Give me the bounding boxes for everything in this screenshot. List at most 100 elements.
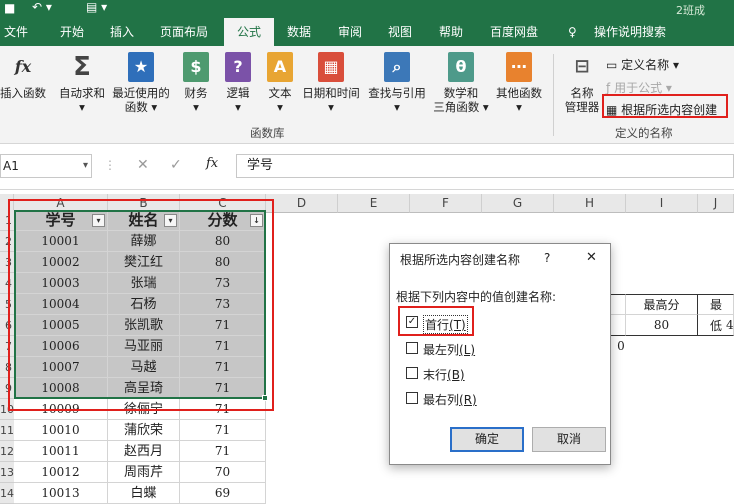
cell-j6[interactable]: 45 — [698, 315, 734, 336]
text-button[interactable]: A 文本 ▾ — [262, 52, 298, 114]
highlight-selected-range — [8, 199, 274, 411]
tab-baidu[interactable]: 百度网盘 — [490, 18, 538, 46]
insert-function-button[interactable]: fx 插入函数 — [0, 52, 46, 100]
cell-g7[interactable]: 0 — [611, 336, 631, 357]
cell-name[interactable]: 周雨芹 — [108, 462, 180, 483]
datetime-button[interactable]: ▦ 日期和时间 ▾ — [300, 52, 362, 114]
tell-me-search[interactable]: 操作说明搜索 — [594, 18, 666, 46]
column-header-g[interactable]: G — [482, 194, 554, 213]
formula-icon: ƒ — [606, 81, 611, 95]
option-left-column-label: 最左列(L) — [423, 343, 476, 357]
financial-button[interactable]: $ 财务 ▾ — [178, 52, 214, 114]
option-bottom-row-label: 末行(B) — [423, 368, 465, 382]
option-right-column[interactable]: 最右列(R) — [390, 388, 612, 408]
row-header[interactable]: 12 — [0, 441, 14, 462]
checkbox-bottom-row[interactable] — [406, 367, 418, 379]
column-header-i[interactable]: I — [626, 194, 698, 213]
logical-button[interactable]: ? 逻辑 ▾ — [220, 52, 256, 114]
row-header[interactable]: 13 — [0, 462, 14, 483]
calendar-icon: ▦ — [318, 52, 344, 82]
autosum-button[interactable]: Σ 自动求和 ▾ — [56, 52, 108, 114]
enter-icon[interactable]: ✓ — [170, 157, 182, 173]
cell-name[interactable]: 赵西月 — [108, 441, 180, 462]
cell-name[interactable]: 蒲欣荣 — [108, 420, 180, 441]
cell-score[interactable]: 71 — [180, 420, 266, 441]
name-box[interactable]: A1 ▾ — [0, 154, 92, 178]
option-bottom-row[interactable]: 末行(B) — [390, 363, 612, 383]
recent-label-1: 最近使用的 — [112, 86, 170, 100]
lightbulb-icon: ♀ — [568, 25, 577, 39]
worksheet-grid[interactable]: A B C D E F G H I J 1 2 3 4 5 6 7 8 9 10 11 12 13 14 … — [0, 190, 734, 504]
tab-file[interactable]: 文件 — [4, 18, 28, 46]
autosum-label: 自动求和 — [59, 86, 105, 100]
define-name-button[interactable]: ▭ 定义名称 ▾ — [606, 56, 679, 73]
lookup-button[interactable]: ⌕ 查找与引用 ▾ — [366, 52, 428, 114]
formula-bar: A1 ▾ ⋮ ✕ ✓ fx 学号 — [0, 144, 734, 190]
recent-functions-button[interactable]: ★ 最近使用的 函数 ▾ — [110, 52, 172, 114]
chevron-down-icon[interactable]: ▾ — [83, 155, 88, 177]
cell-i6[interactable]: 80 — [626, 315, 698, 336]
quick-access-icon[interactable]: ▤ ▾ — [86, 0, 107, 14]
formula-input[interactable]: 学号 — [236, 154, 734, 178]
star-icon: ★ — [128, 52, 154, 82]
column-header-e[interactable]: E — [338, 194, 410, 213]
cell-j5[interactable]: 最低 — [698, 294, 734, 333]
financial-label: 财务 — [184, 86, 208, 100]
column-header-j[interactable]: J — [698, 194, 734, 213]
tab-review[interactable]: 审阅 — [338, 18, 362, 46]
more-functions-button[interactable]: ⋯ 其他函数 ▾ — [492, 52, 546, 114]
tab-view[interactable]: 视图 — [388, 18, 412, 46]
insert-function-icon[interactable]: fx — [206, 156, 218, 171]
magnifier-icon: ⌕ — [384, 52, 410, 82]
row-header[interactable]: 11 — [0, 420, 14, 441]
ok-button[interactable]: 确定 — [450, 427, 524, 452]
tab-insert[interactable]: 插入 — [110, 18, 134, 46]
save-icon[interactable]: ■ — [4, 1, 15, 15]
define-name-label: 定义名称 — [621, 58, 670, 72]
sigma-icon: Σ — [73, 52, 91, 82]
use-in-formula-label: 用于公式 — [614, 81, 663, 95]
undo-icon[interactable]: ↶ ▾ — [32, 0, 52, 14]
cancel-button[interactable]: 取消 — [532, 427, 606, 452]
math-button[interactable]: θ 数学和 三角函数 ▾ — [430, 52, 492, 114]
row-header[interactable]: 14 — [0, 483, 14, 504]
tab-help[interactable]: 帮助 — [439, 18, 463, 46]
ribbon-tabs: 文件 开始 插入 页面布局 公式 数据 审阅 视图 帮助 百度网盘 ♀ 操作说明… — [0, 18, 734, 46]
cancel-icon[interactable]: ✕ — [137, 157, 149, 173]
cell-i5[interactable]: 最高分 — [626, 294, 698, 315]
text-label: 文本 — [268, 86, 292, 100]
checkbox-right-column[interactable] — [406, 392, 418, 404]
cell-name[interactable]: 白蝶 — [108, 483, 180, 504]
cell-id[interactable]: 10012 — [14, 462, 108, 483]
theta-icon: θ — [448, 52, 474, 82]
cell-score[interactable]: 70 — [180, 462, 266, 483]
name-manager-button[interactable]: ⊟ 名称 管理器 — [560, 52, 604, 114]
cell-id[interactable]: 10013 — [14, 483, 108, 504]
option-left-column[interactable]: 最左列(L) — [390, 338, 612, 358]
cell-score[interactable]: 69 — [180, 483, 266, 504]
logical-label: 逻辑 — [226, 86, 250, 100]
help-icon[interactable]: ? — [544, 251, 550, 265]
column-header-d[interactable]: D — [266, 194, 338, 213]
column-header-f[interactable]: F — [410, 194, 482, 213]
highlight-create-from-selection — [602, 94, 728, 118]
tab-data[interactable]: 数据 — [287, 18, 311, 46]
title-bar: ■ ↶ ▾ ▤ ▾ 2班成绩.xls — [0, 0, 734, 33]
recent-label-2: 函数 — [124, 100, 148, 114]
tab-formulas[interactable]: 公式 — [224, 18, 274, 46]
cell-score[interactable]: 71 — [180, 441, 266, 462]
defined-names-group-label: 定义的名称 — [615, 126, 673, 140]
dialog-prompt: 根据下列内容中的值创建名称: — [396, 290, 557, 304]
column-header-h[interactable]: H — [554, 194, 626, 213]
checkbox-left-column[interactable] — [406, 342, 418, 354]
chevron-down-icon: ▾ — [79, 100, 85, 114]
cell-id[interactable]: 10010 — [14, 420, 108, 441]
dialog-title: 根据所选内容创建名称 — [400, 253, 521, 267]
tab-home[interactable]: 开始 — [60, 18, 84, 46]
tab-page-layout[interactable]: 页面布局 — [160, 18, 208, 46]
datetime-label: 日期和时间 — [302, 86, 360, 100]
cell-id[interactable]: 10011 — [14, 441, 108, 462]
coins-icon: $ — [183, 52, 209, 82]
close-icon[interactable]: ✕ — [586, 250, 597, 265]
lookup-label: 查找与引用 — [368, 86, 426, 100]
